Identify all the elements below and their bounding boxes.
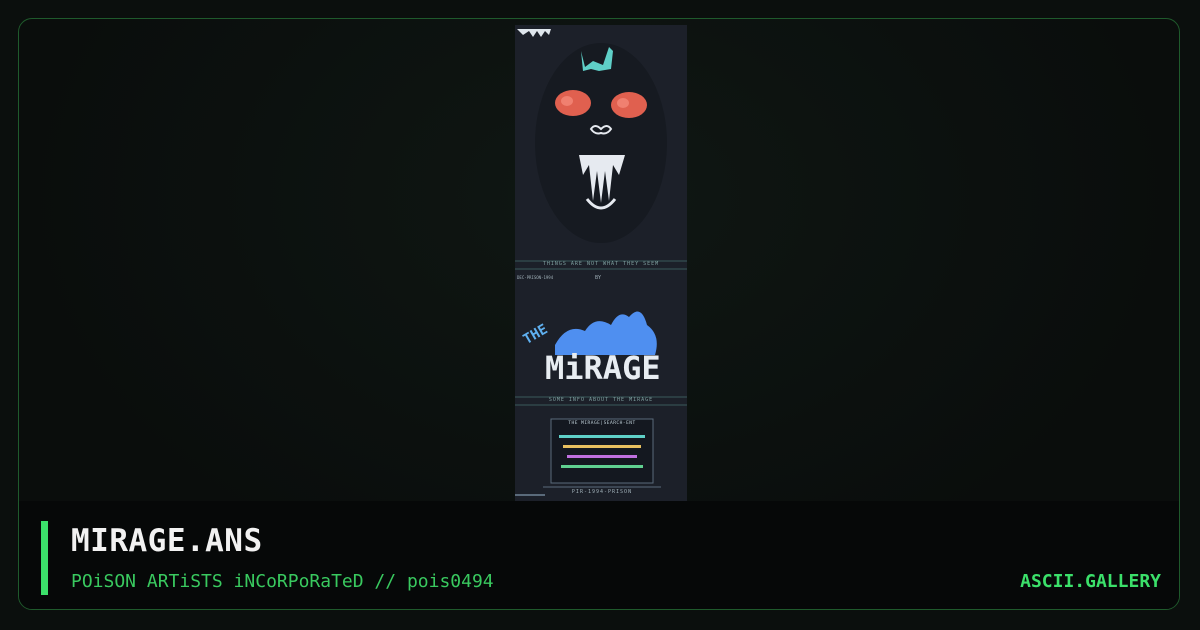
right-eye [611, 92, 647, 118]
small-date-label: DEC-PRISON-1994 [517, 275, 554, 280]
artwork-credit: POiSON ARTiSTS iNCoRPoRaTeD // pois0494 [71, 571, 494, 592]
caption-bar: MIRAGE.ANS POiSON ARTiSTS iNCoRPoRaTeD /… [19, 501, 1179, 609]
ansi-artwork-preview[interactable]: THE MiRAGE THINGS ARE NOT WHAT THEY SEEM… [515, 25, 687, 501]
tagline-top: THINGS ARE NOT WHAT THEY SEEM [542, 261, 660, 267]
info-box [550, 418, 654, 484]
left-eye [555, 90, 591, 116]
accent-stripe [41, 521, 48, 595]
logo-mirage-text: MiRAGE [545, 349, 661, 387]
artwork-title: MIRAGE.ANS [71, 523, 263, 559]
site-brand[interactable]: ASCII.GALLERY [1020, 571, 1161, 592]
og-card-frame: THE MiRAGE THINGS ARE NOT WHAT THEY SEEM… [18, 18, 1180, 610]
creature-silhouette [535, 43, 667, 243]
small-by-label: BY [595, 275, 602, 281]
info-box-title: THE MIRAGE|SEARCH-ENT [568, 421, 636, 426]
section-header: SOME INFO ABOUT THE MIRAGE [548, 397, 654, 403]
art-footer-line: PIR-1994-PRISON [571, 489, 633, 495]
